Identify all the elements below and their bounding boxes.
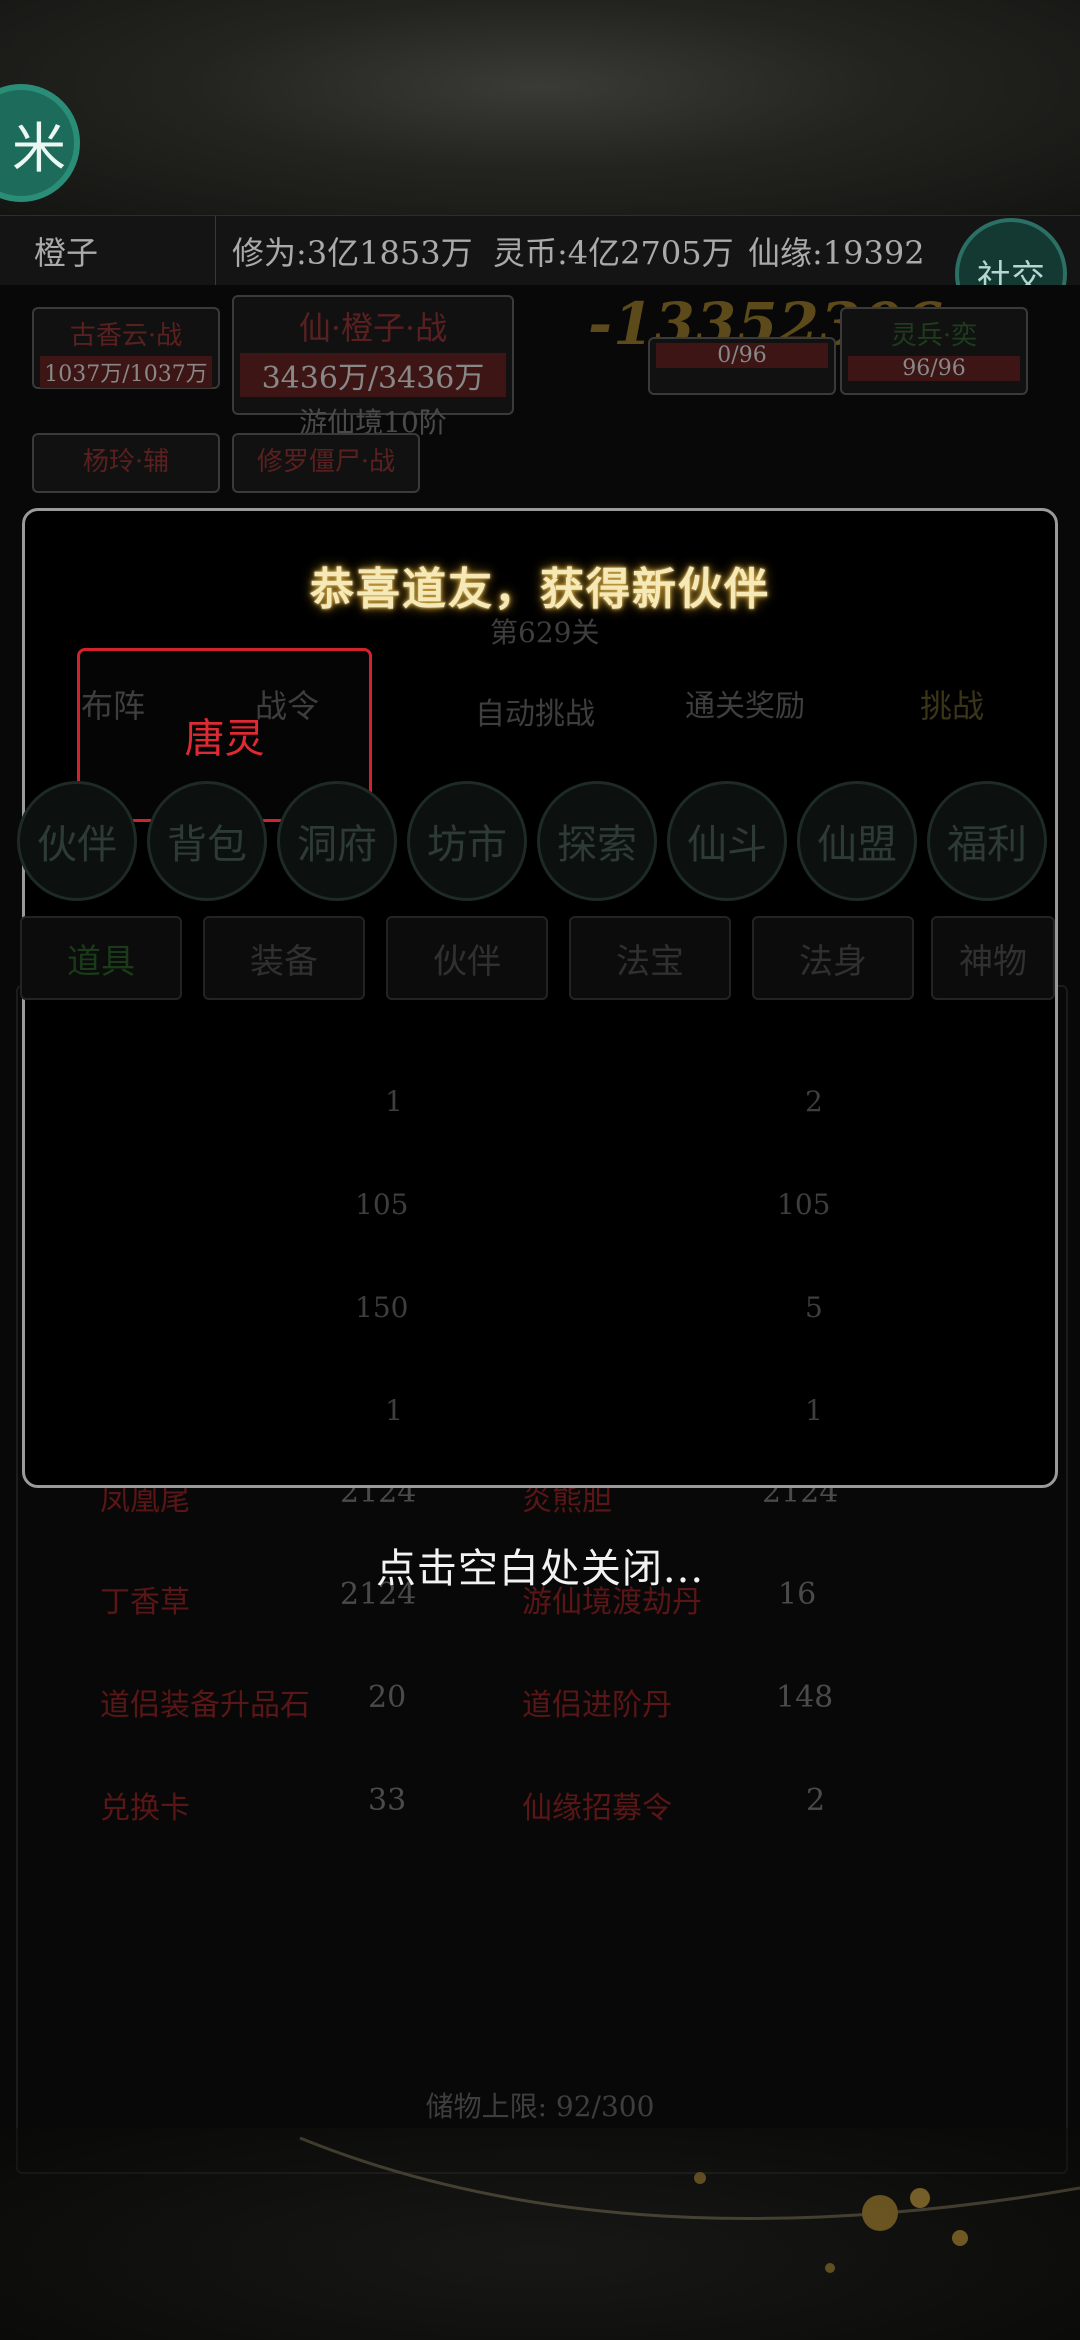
nav-label: 洞府: [297, 822, 377, 868]
item-count: 1: [385, 1085, 403, 1118]
auto-challenge-toggle[interactable]: 自动挑战: [475, 689, 595, 733]
storage-limit: 储物上限: 92/300: [425, 2090, 655, 2123]
partner-name: 唐灵: [184, 716, 265, 762]
tab-label: 道具: [67, 941, 135, 982]
enemy-card-hp: 96/96: [848, 356, 1020, 381]
team-card-name: 杨玲·辅: [82, 447, 170, 477]
close-hint[interactable]: 点击空白处关闭...: [0, 1536, 1080, 1594]
tab-partner[interactable]: 伙伴: [386, 916, 548, 1000]
item-count: 105: [355, 1188, 409, 1221]
nav-arena[interactable]: 仙斗: [667, 781, 787, 901]
team-card-name: 古香云·战: [69, 321, 183, 351]
tab-props[interactable]: 道具: [20, 916, 182, 1000]
item-count: 5: [805, 1291, 823, 1324]
formation-button[interactable]: 布阵: [81, 681, 145, 727]
nav-label: 仙盟: [817, 822, 897, 868]
tab-treasure[interactable]: 法宝: [569, 916, 731, 1000]
tab-label: 伙伴: [433, 941, 501, 982]
bottom-background: [0, 2128, 1080, 2340]
cultivation-value: 修为:3亿1853万: [232, 234, 473, 272]
nav-label: 背包: [167, 822, 247, 868]
enemy-card-name: 灵兵·奕: [890, 321, 978, 351]
team-card-hp: 1037万/1037万: [40, 356, 212, 388]
challenge-button[interactable]: 挑战: [920, 681, 984, 727]
header-divider: [215, 216, 216, 286]
battle-order-button[interactable]: 战令: [255, 681, 319, 727]
enemy-card: 0/96: [648, 337, 836, 395]
clear-reward-button[interactable]: 通关奖励: [685, 681, 805, 725]
team-card: 修罗僵尸·战: [232, 433, 420, 493]
tab-label: 神物: [959, 941, 1027, 982]
item-count: 150: [355, 1291, 409, 1324]
stage-label: 第629关: [490, 616, 600, 649]
nav-label: 福利: [947, 822, 1027, 868]
nav-explore[interactable]: 探索: [537, 781, 657, 901]
new-partner-modal: 恭喜道友，获得新伙伴 唐灵 第629关 布阵 战令 自动挑战 通关奖励 挑战 伙…: [17, 508, 1058, 1488]
nav-label: 仙斗: [687, 822, 767, 868]
team-card: 杨玲·辅: [32, 433, 220, 493]
tab-label: 装备: [250, 941, 318, 982]
item-count: 1: [805, 1394, 823, 1427]
nav-cave[interactable]: 洞府: [277, 781, 397, 901]
top-background: [0, 0, 1080, 215]
enemy-card-hp: 0/96: [656, 343, 828, 368]
item-count: 1: [385, 1394, 403, 1427]
spirit-coins-value: 灵币:4亿2705万: [493, 234, 734, 272]
team-card: 古香云·战 1037万/1037万: [32, 307, 220, 389]
tab-equipment[interactable]: 装备: [203, 916, 365, 1000]
fate-value: 仙缘:19392: [748, 234, 925, 272]
status-header: 橙子 修为:3亿1853万 灵币:4亿2705万 仙缘:19392: [0, 215, 1080, 287]
nav-alliance[interactable]: 仙盟: [797, 781, 917, 901]
item-count: 105: [777, 1188, 831, 1221]
nav-welfare[interactable]: 福利: [927, 781, 1047, 901]
nav-label: 坊市: [427, 822, 507, 868]
hero-hp: 3436万/3436万: [240, 353, 506, 397]
nav-label: 伙伴: [37, 822, 117, 868]
modal-title: 恭喜道友，获得新伙伴: [310, 564, 770, 615]
nav-partner[interactable]: 伙伴: [17, 781, 137, 901]
hero-card: 仙·橙子·战 3436万/3436万 游仙境10阶: [232, 295, 514, 439]
player-name: 橙子: [34, 234, 99, 272]
team-card-name: 修罗僵尸·战: [256, 447, 396, 477]
mi-icon-label: 米: [12, 116, 66, 180]
tab-label: 法宝: [616, 941, 684, 982]
item-count: 2: [805, 1085, 823, 1118]
enemy-card: 灵兵·奕 96/96: [840, 307, 1028, 395]
nav-label: 探索: [557, 822, 637, 868]
hero-name: 仙·橙子·战: [298, 309, 448, 347]
tab-dharma-body[interactable]: 法身: [752, 916, 914, 1000]
nav-market[interactable]: 坊市: [407, 781, 527, 901]
tab-divine-object[interactable]: 神物: [931, 916, 1055, 1000]
nav-bag[interactable]: 背包: [147, 781, 267, 901]
tab-label: 法身: [799, 941, 867, 982]
